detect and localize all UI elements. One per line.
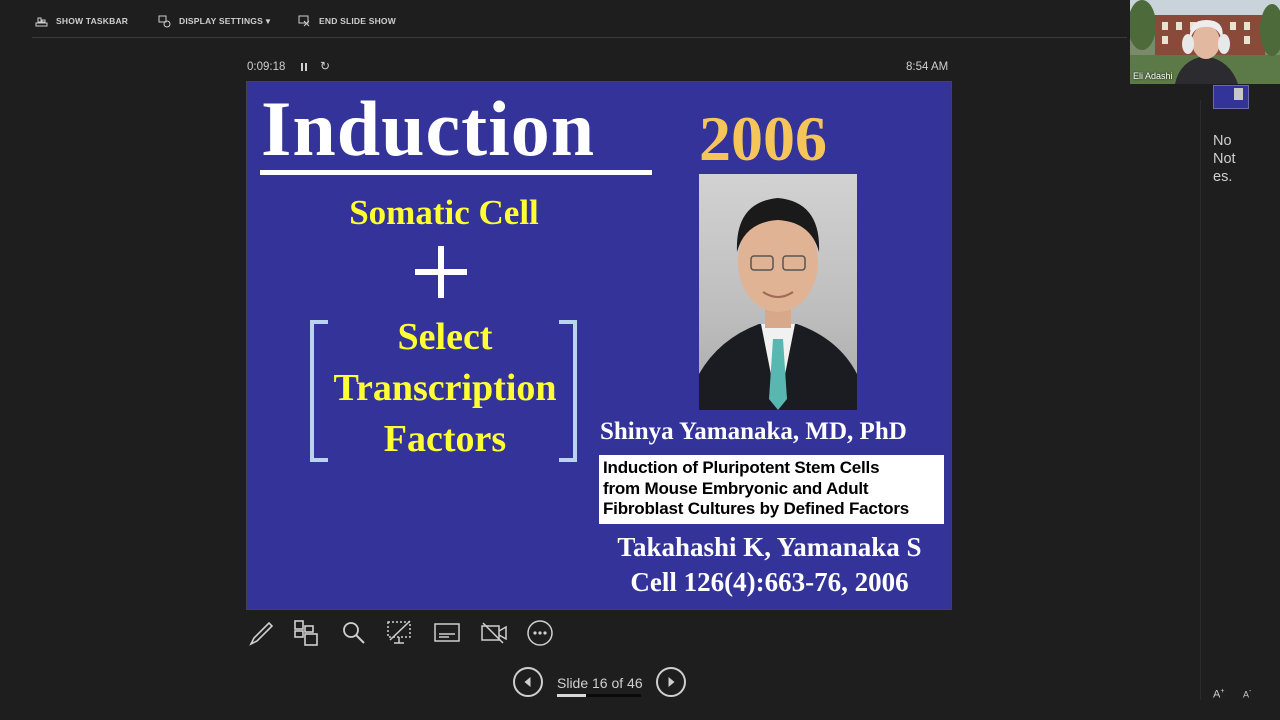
notes-line-1: No [1213,133,1232,149]
camera-off-icon [481,622,507,644]
ellipsis-icon [527,620,553,646]
show-taskbar-label: SHOW TASKBAR [56,16,129,26]
show-taskbar-button[interactable]: SHOW TASKBAR [35,13,128,29]
end-slide-show-button[interactable]: END SLIDE SHOW [298,13,396,29]
pause-timer-button[interactable] [299,62,309,72]
black-screen-button[interactable] [385,618,415,648]
plus-icon [415,246,467,298]
previous-slide-button[interactable] [513,667,543,697]
display-settings-label: DISPLAY SETTINGS [179,16,263,26]
screen-icon [387,620,411,644]
speaker-notes: No Not es. [1213,132,1253,186]
paper-title-box: Induction of Pluripotent Stem Cells from… [599,455,944,524]
grid-icon [294,620,318,646]
title-underline [260,170,652,175]
next-slide-button[interactable] [656,667,686,697]
pen-icon [249,621,274,646]
scientist-name: Shinya Yamanaka, MD, PhD [600,418,907,445]
elapsed-timer: 0:09:18 [247,61,286,73]
current-slide[interactable]: Induction 2006 Somatic Cell Select Trans… [247,82,951,609]
chevron-right-icon [668,677,675,687]
paper-title-line-3: Fibroblast Cultures by Defined Factors [603,499,910,518]
pause-icon [301,63,303,71]
end-show-icon [298,15,310,26]
restart-timer-button[interactable]: ↻ [320,59,330,73]
see-all-slides-button[interactable] [292,618,322,648]
presenter-toolbar: SHOW TASKBAR DISPLAY SETTINGS ▼ END SLID… [0,0,1130,38]
zoom-button[interactable] [339,618,369,648]
notes-divider [1200,100,1201,700]
notes-line-2: Not [1213,151,1236,167]
display-settings-button[interactable]: DISPLAY SETTINGS ▼ [158,13,272,29]
slide-thumbnail[interactable] [1213,85,1249,109]
slide-year: 2006 [699,103,827,174]
transcription-factors-text: Select Transcription Factors [317,312,573,465]
chevron-down-icon: ▼ [263,16,273,26]
end-slide-show-label: END SLIDE SHOW [319,16,396,26]
slide-progress-fill [557,694,587,697]
somatic-cell-text: Somatic Cell [349,193,539,232]
slide-progress-bar [557,694,641,697]
paper-title-line-1: Induction of Pluripotent Stem Cells [603,458,880,477]
current-time: 8:54 AM [906,61,949,73]
taskbar-icon [35,17,48,26]
notes-line-3: es. [1213,169,1233,185]
paper-authors: Takahashi K, Yamanaka S [617,532,922,562]
more-options-button[interactable] [525,618,555,648]
chevron-left-icon [524,677,531,687]
toolbar-divider [32,37,1127,38]
pen-tool-button[interactable] [247,618,277,648]
select-text: Select [397,316,493,358]
increase-font-button[interactable]: A+ [1213,688,1224,701]
paper-citation: Cell 126(4):663-76, 2006 [630,567,909,597]
factors-text: Factors [383,418,507,460]
participant-name: Eli Adashi [1133,71,1173,81]
decrease-font-button[interactable]: A- [1243,688,1251,701]
display-settings-icon [158,15,171,27]
transcription-text: Transcription [333,367,557,409]
subtitles-icon [434,623,460,642]
subtitles-button[interactable] [432,618,462,648]
slide-title: Induction [261,85,596,172]
search-icon [343,622,365,644]
paper-title-line-2: from Mouse Embryonic and Adult [603,478,869,498]
scientist-portrait [699,174,857,410]
camera-toggle-button[interactable] [479,618,509,648]
slide-counter[interactable]: Slide 16 of 46 [557,675,643,691]
